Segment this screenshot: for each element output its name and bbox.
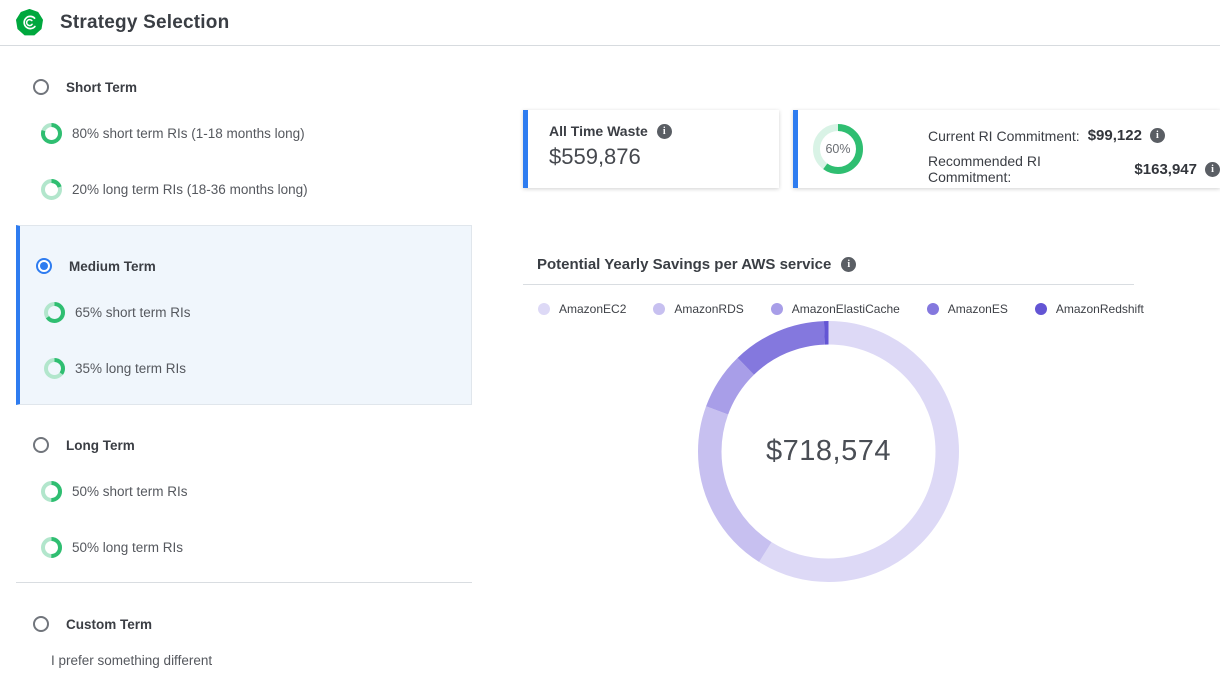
strategy-item-label: 50% long term RIs: [72, 540, 183, 555]
radio-medium-term[interactable]: [36, 258, 52, 274]
chart-title: Potential Yearly Savings per AWS service: [537, 256, 831, 273]
strategy-option-medium-term[interactable]: Medium Term: [36, 258, 156, 274]
strategy-item: 50% short term RIs: [41, 481, 188, 502]
legend-label: AmazonRedshift: [1056, 302, 1144, 316]
chart-legend: AmazonEC2 AmazonRDS AmazonElastiCache Amazo…: [538, 302, 1138, 316]
strategy-label: Long Term: [66, 438, 135, 453]
legend-dot-icon: [653, 303, 665, 315]
current-ri-value: $99,122: [1088, 127, 1142, 144]
strategy-item: 35% long term RIs: [44, 358, 186, 379]
legend-dot-icon: [1035, 303, 1047, 315]
chart-header-divider: [523, 284, 1134, 285]
legend-item-amazonrds[interactable]: AmazonRDS: [653, 302, 743, 316]
info-icon[interactable]: i: [1205, 162, 1220, 177]
progress-ring-icon: [41, 537, 62, 558]
progress-ring-icon: [44, 302, 65, 323]
progress-ring-icon: [44, 358, 65, 379]
radio-custom-term[interactable]: [33, 616, 49, 632]
legend-item-amazonec2[interactable]: AmazonEC2: [538, 302, 626, 316]
strategy-selection-page: Strategy Selection Short Term 80% short …: [0, 0, 1220, 691]
strategy-item: 20% long term RIs (18-36 months long): [41, 179, 308, 200]
legend-dot-icon: [538, 303, 550, 315]
legend-label: AmazonEC2: [559, 302, 626, 316]
strategy-label: Custom Term: [66, 617, 152, 632]
waste-card-title: All Time Waste: [549, 123, 648, 139]
strategy-option-long-term[interactable]: Long Term: [33, 437, 135, 453]
strategy-item: 65% short term RIs: [44, 302, 191, 323]
donut-center-total: $718,574: [698, 321, 959, 582]
progress-ring-icon: [41, 481, 62, 502]
custom-term-note: I prefer something different: [51, 653, 212, 668]
radio-long-term[interactable]: [33, 437, 49, 453]
page-header: Strategy Selection: [0, 0, 1220, 46]
legend-label: AmazonES: [948, 302, 1008, 316]
chart-header: Potential Yearly Savings per AWS service…: [537, 256, 856, 273]
legend-item-amazones[interactable]: AmazonES: [927, 302, 1008, 316]
strategy-label: Short Term: [66, 80, 137, 95]
all-time-waste-card: All Time Waste i $559,876: [523, 110, 779, 188]
commitment-percent-label: 60%: [813, 124, 863, 174]
strategy-item-label: 65% short term RIs: [75, 305, 191, 320]
strategy-item: 50% long term RIs: [41, 537, 183, 558]
info-icon[interactable]: i: [841, 257, 856, 272]
recommended-ri-value: $163,947: [1134, 161, 1197, 178]
page-title: Strategy Selection: [60, 12, 229, 34]
progress-ring-icon: [41, 123, 62, 144]
legend-dot-icon: [927, 303, 939, 315]
legend-item-amazonelasticache[interactable]: AmazonElastiCache: [771, 302, 900, 316]
legend-dot-icon: [771, 303, 783, 315]
strategy-item-label: 35% long term RIs: [75, 361, 186, 376]
waste-card-value: $559,876: [549, 144, 779, 170]
strategy-option-short-term[interactable]: Short Term: [33, 79, 137, 95]
info-icon[interactable]: i: [657, 124, 672, 139]
app-logo-icon: [16, 9, 43, 36]
legend-label: AmazonElastiCache: [792, 302, 900, 316]
section-divider: [16, 582, 472, 583]
radio-short-term[interactable]: [33, 79, 49, 95]
strategy-item-label: 80% short term RIs (1-18 months long): [72, 126, 305, 141]
ri-commitment-card: 60% Current RI Commitment: $99,122 i Rec…: [793, 110, 1220, 188]
progress-ring-icon: [41, 179, 62, 200]
strategy-item-label: 20% long term RIs (18-36 months long): [72, 182, 308, 197]
current-ri-label: Current RI Commitment:: [928, 128, 1080, 144]
recommended-ri-commitment-row: Recommended RI Commitment: $163,947 i: [928, 153, 1220, 185]
legend-item-amazonredshift[interactable]: AmazonRedshift: [1035, 302, 1144, 316]
legend-label: AmazonRDS: [674, 302, 743, 316]
recommended-ri-label: Recommended RI Commitment:: [928, 153, 1126, 185]
strategy-item: 80% short term RIs (1-18 months long): [41, 123, 305, 144]
strategy-label: Medium Term: [69, 259, 156, 274]
info-icon[interactable]: i: [1150, 128, 1165, 143]
current-ri-commitment-row: Current RI Commitment: $99,122 i: [928, 127, 1220, 144]
strategy-option-custom-term[interactable]: Custom Term: [33, 616, 152, 632]
strategy-item-label: 50% short term RIs: [72, 484, 188, 499]
